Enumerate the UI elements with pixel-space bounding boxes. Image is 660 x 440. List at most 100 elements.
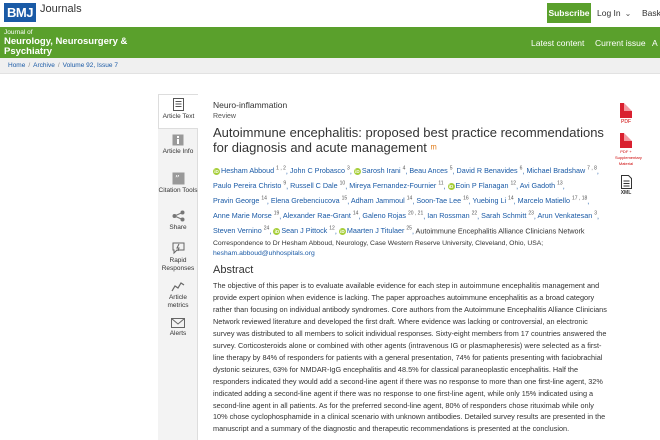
- author-affiliation: 22: [471, 210, 478, 217]
- author-name: Pravin George: [213, 196, 260, 206]
- author-affiliation: 12: [329, 225, 335, 232]
- author-link[interactable]: David R Benavides 6: [457, 166, 523, 175]
- author-link[interactable]: Soon-Tae Lee 16: [416, 196, 468, 205]
- author-link[interactable]: Michael Bradshaw 7 , 8: [526, 166, 596, 175]
- orcid-icon[interactable]: iD: [353, 168, 361, 176]
- author-link[interactable]: John C Probasco 3: [290, 166, 350, 175]
- author-name: Ian Rossman: [427, 211, 470, 221]
- breadcrumb-home[interactable]: Home: [8, 62, 25, 69]
- author-link[interactable]: Elena Grebenciucova 15: [271, 196, 347, 205]
- file-label: XML: [620, 190, 632, 196]
- author-link[interactable]: Steven Vernino 24: [213, 226, 269, 235]
- correspondence: Correspondence to Dr Hesham Abboud, Neur…: [213, 240, 544, 248]
- nav-more[interactable]: A: [652, 38, 658, 48]
- tool-rapid-responses[interactable]: Rapid Responses: [158, 242, 198, 272]
- author-link[interactable]: iD Maarten J Titulaer 25: [338, 225, 412, 235]
- author-link[interactable]: Galeno Rojas 20 , 21: [362, 211, 423, 220]
- share-icon: [172, 210, 184, 222]
- author-name: Mireya Fernandez-Fournier: [349, 181, 437, 191]
- journals-label[interactable]: Journals: [40, 3, 82, 15]
- author-link[interactable]: Arun Venkatesan 3: [537, 211, 597, 220]
- author-link[interactable]: iD Sarosh Irani 4: [353, 166, 406, 176]
- author-name: Maarten J Titulaer: [346, 225, 405, 235]
- breadcrumb-archive[interactable]: Archive: [33, 62, 55, 69]
- author-name: Adham Jammoul: [350, 196, 405, 206]
- author-link[interactable]: Anne Marie Morse 19: [213, 211, 279, 220]
- orcid-icon[interactable]: iD: [338, 227, 346, 235]
- basket-link[interactable]: Baske: [642, 8, 660, 18]
- author-link[interactable]: Paulo Pereira Christo 9: [213, 181, 286, 190]
- tool-article-text[interactable]: Article Text: [158, 94, 198, 129]
- author-name: David R Benavides: [456, 166, 518, 176]
- open-access-icon: ᵐ: [430, 143, 437, 155]
- orcid-icon[interactable]: iD: [273, 227, 281, 235]
- tool-article-info[interactable]: Article Info: [158, 134, 198, 156]
- xml-link[interactable]: XML: [615, 175, 637, 196]
- author-name: Paulo Pereira Christo: [213, 181, 282, 191]
- abstract-heading: Abstract: [213, 264, 254, 277]
- author-link[interactable]: Russell C Dale 10: [290, 181, 345, 190]
- article-tools-rail: Article Text Article Info ” Citation Too…: [158, 94, 198, 440]
- author-affiliation: 14: [352, 210, 359, 217]
- xml-icon: [620, 175, 632, 189]
- correspondence-email[interactable]: hesham.abboud@uhhospitals.org: [213, 250, 608, 257]
- tool-share[interactable]: Share: [158, 210, 198, 232]
- author-link[interactable]: Yuebing Li 14: [473, 196, 514, 205]
- author-name: John C Probasco: [289, 166, 346, 176]
- pdf-supplementary-link[interactable]: PDF + Supplementary Material: [615, 133, 642, 167]
- journal-name[interactable]: Neurology, Neurosurgery & Psychiatry: [4, 37, 154, 57]
- author-affiliation: 3: [594, 210, 598, 217]
- author-link[interactable]: Ian Rossman 22: [427, 211, 477, 220]
- author-name: Steven Vernino: [213, 225, 262, 235]
- author-link[interactable]: iD Hesham Abboud 1 , 2: [213, 166, 286, 176]
- author-name: Marcelo Matiello: [517, 196, 570, 206]
- author-name: Arun Venkatesan: [537, 211, 593, 221]
- article-subject: Neuro-inflammation: [213, 100, 288, 110]
- article-title: Autoimmune encephalitis: proposed best p…: [213, 125, 608, 157]
- author-affiliation: 3: [347, 166, 350, 172]
- author-affiliation: 4: [402, 166, 406, 172]
- nav-current-issue[interactable]: Current issue: [595, 38, 646, 48]
- author-list: iD Hesham Abboud 1 , 2, John C Probasco 3…: [213, 166, 600, 235]
- author-link[interactable]: Alexander Rae-Grant 14: [283, 211, 358, 220]
- author-name: Soon-Tae Lee: [416, 196, 462, 206]
- author-affiliation: 13: [557, 180, 563, 187]
- orcid-icon[interactable]: iD: [213, 168, 220, 176]
- author-link[interactable]: Avi Gadoth 13: [520, 181, 563, 190]
- author-link[interactable]: Adham Jammoul 14: [351, 196, 413, 205]
- tool-citation-tools[interactable]: ” Citation Tools: [158, 172, 198, 195]
- tool-alerts[interactable]: Alerts: [158, 318, 198, 338]
- nav-latest-content[interactable]: Latest content: [531, 38, 584, 48]
- author-name: Sarah Schmitt: [481, 211, 527, 221]
- tool-article-metrics[interactable]: Article metrics: [158, 280, 198, 309]
- author-link[interactable]: Beau Ances 5: [409, 166, 452, 175]
- login-link[interactable]: Log In ⌄: [597, 8, 631, 18]
- author-link[interactable]: Pravin George 14: [213, 196, 267, 205]
- author-name: Sean J Pittock: [281, 225, 328, 235]
- bmj-logo[interactable]: BMJ: [4, 3, 36, 22]
- author-link[interactable]: Mireya Fernandez-Fournier 11: [349, 181, 443, 190]
- pdf-icon: [620, 103, 632, 118]
- breadcrumb-volume[interactable]: Volume 92, Issue 7: [63, 62, 118, 69]
- author-link[interactable]: iD Sean J Pittock 12: [273, 226, 335, 235]
- pdf-icon: [620, 133, 632, 148]
- author-name: Yuebing Li: [472, 196, 507, 206]
- orcid-icon[interactable]: iD: [447, 183, 455, 191]
- author-name: Beau Ances: [409, 166, 448, 176]
- author-name: Hesham Abboud: [221, 166, 275, 176]
- author-link[interactable]: Sarah Schmitt 23: [481, 211, 534, 220]
- subscribe-button[interactable]: Subscribe: [547, 3, 591, 23]
- article-content: Neuro-inflammation Review Autoimmune enc…: [213, 100, 608, 435]
- author-link[interactable]: Marcelo Matiello 17 , 18: [518, 196, 588, 205]
- pdf-link[interactable]: PDF: [615, 103, 637, 125]
- author-name: Eoin P Flanagan: [455, 181, 509, 191]
- author-link[interactable]: iD Eoin P Flanagan 12: [447, 180, 517, 191]
- tool-label: Article Text: [162, 113, 195, 120]
- login-label: Log In: [597, 8, 621, 18]
- author-affiliation: 12: [510, 180, 517, 187]
- svg-text:”: ”: [175, 175, 180, 185]
- tool-label: Article Info: [162, 148, 194, 155]
- author-affiliation: 24: [263, 225, 270, 232]
- author-affiliation: 1 , 2: [276, 166, 286, 172]
- journal-bar: Journal of Neurology, Neurosurgery & Psy…: [0, 27, 660, 58]
